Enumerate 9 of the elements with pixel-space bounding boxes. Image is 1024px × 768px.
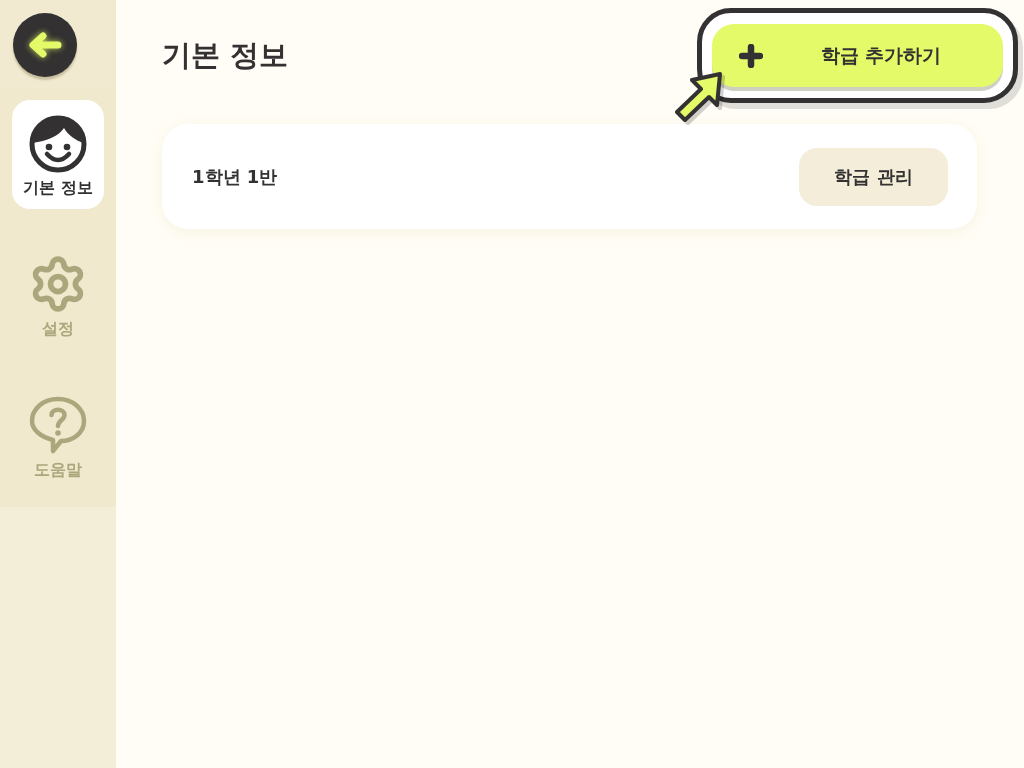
- class-name: 1학년 1반: [192, 164, 278, 189]
- manage-class-button[interactable]: 학급 관리: [799, 147, 948, 206]
- plus-icon: [739, 43, 763, 68]
- face-icon: [28, 113, 88, 173]
- left-arrow-icon: [28, 31, 62, 59]
- back-button[interactable]: [13, 13, 77, 77]
- help-icon: [28, 395, 88, 455]
- sidebar-item[interactable]: 기본 정보: [12, 100, 104, 209]
- page-title: 기본 정보: [162, 36, 289, 74]
